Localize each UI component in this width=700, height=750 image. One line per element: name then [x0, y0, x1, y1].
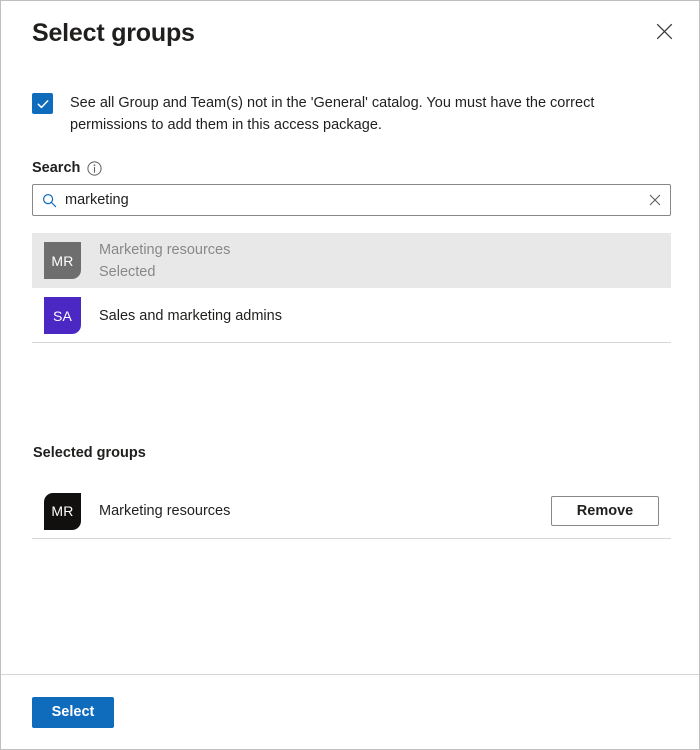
selected-groups-heading: Selected groups [33, 445, 671, 461]
see-all-groups-checkbox-row[interactable]: See all Group and Team(s) not in the 'Ge… [32, 92, 671, 136]
search-results-list: MR Marketing resources Selected SA Sales… [32, 233, 671, 343]
selected-groups-section: Selected groups MR Marketing resources R… [32, 445, 671, 539]
clear-search-button[interactable] [640, 185, 670, 215]
close-icon [656, 23, 673, 40]
list-item-label: Sales and marketing admins [99, 306, 282, 326]
info-icon[interactable] [87, 161, 102, 176]
search-label-row: Search [32, 160, 671, 176]
remove-button[interactable]: Remove [551, 496, 659, 526]
status-badge: Selected [99, 262, 230, 282]
search-icon [33, 193, 65, 208]
search-label: Search [32, 160, 80, 176]
table-row: MR Marketing resources Remove [32, 483, 671, 539]
close-button[interactable] [648, 15, 680, 47]
page-title: Select groups [32, 17, 679, 49]
avatar: MR [44, 242, 81, 279]
dialog-body: See all Group and Team(s) not in the 'Ge… [1, 63, 699, 674]
dialog-footer: Select [1, 674, 699, 749]
see-all-groups-checkbox[interactable] [32, 93, 53, 114]
avatar: MR [44, 493, 81, 530]
list-item-text: Marketing resources Selected [99, 240, 230, 282]
selected-group-label: Marketing resources [99, 503, 230, 519]
search-block: Search [32, 160, 671, 216]
checkmark-icon [36, 97, 50, 111]
clear-icon [649, 194, 661, 206]
see-all-groups-label[interactable]: See all Group and Team(s) not in the 'Ge… [70, 92, 642, 136]
select-groups-dialog: Select groups See all Group and Team(s) … [0, 0, 700, 750]
list-item[interactable]: SA Sales and marketing admins [32, 288, 671, 343]
list-item-text: Sales and marketing admins [99, 306, 282, 326]
search-input[interactable] [65, 185, 640, 215]
select-button[interactable]: Select [32, 697, 114, 728]
list-item[interactable]: MR Marketing resources Selected [32, 233, 671, 288]
list-item-label: Marketing resources [99, 240, 230, 260]
search-field[interactable] [32, 184, 671, 216]
dialog-header: Select groups [1, 1, 699, 63]
avatar: SA [44, 297, 81, 334]
